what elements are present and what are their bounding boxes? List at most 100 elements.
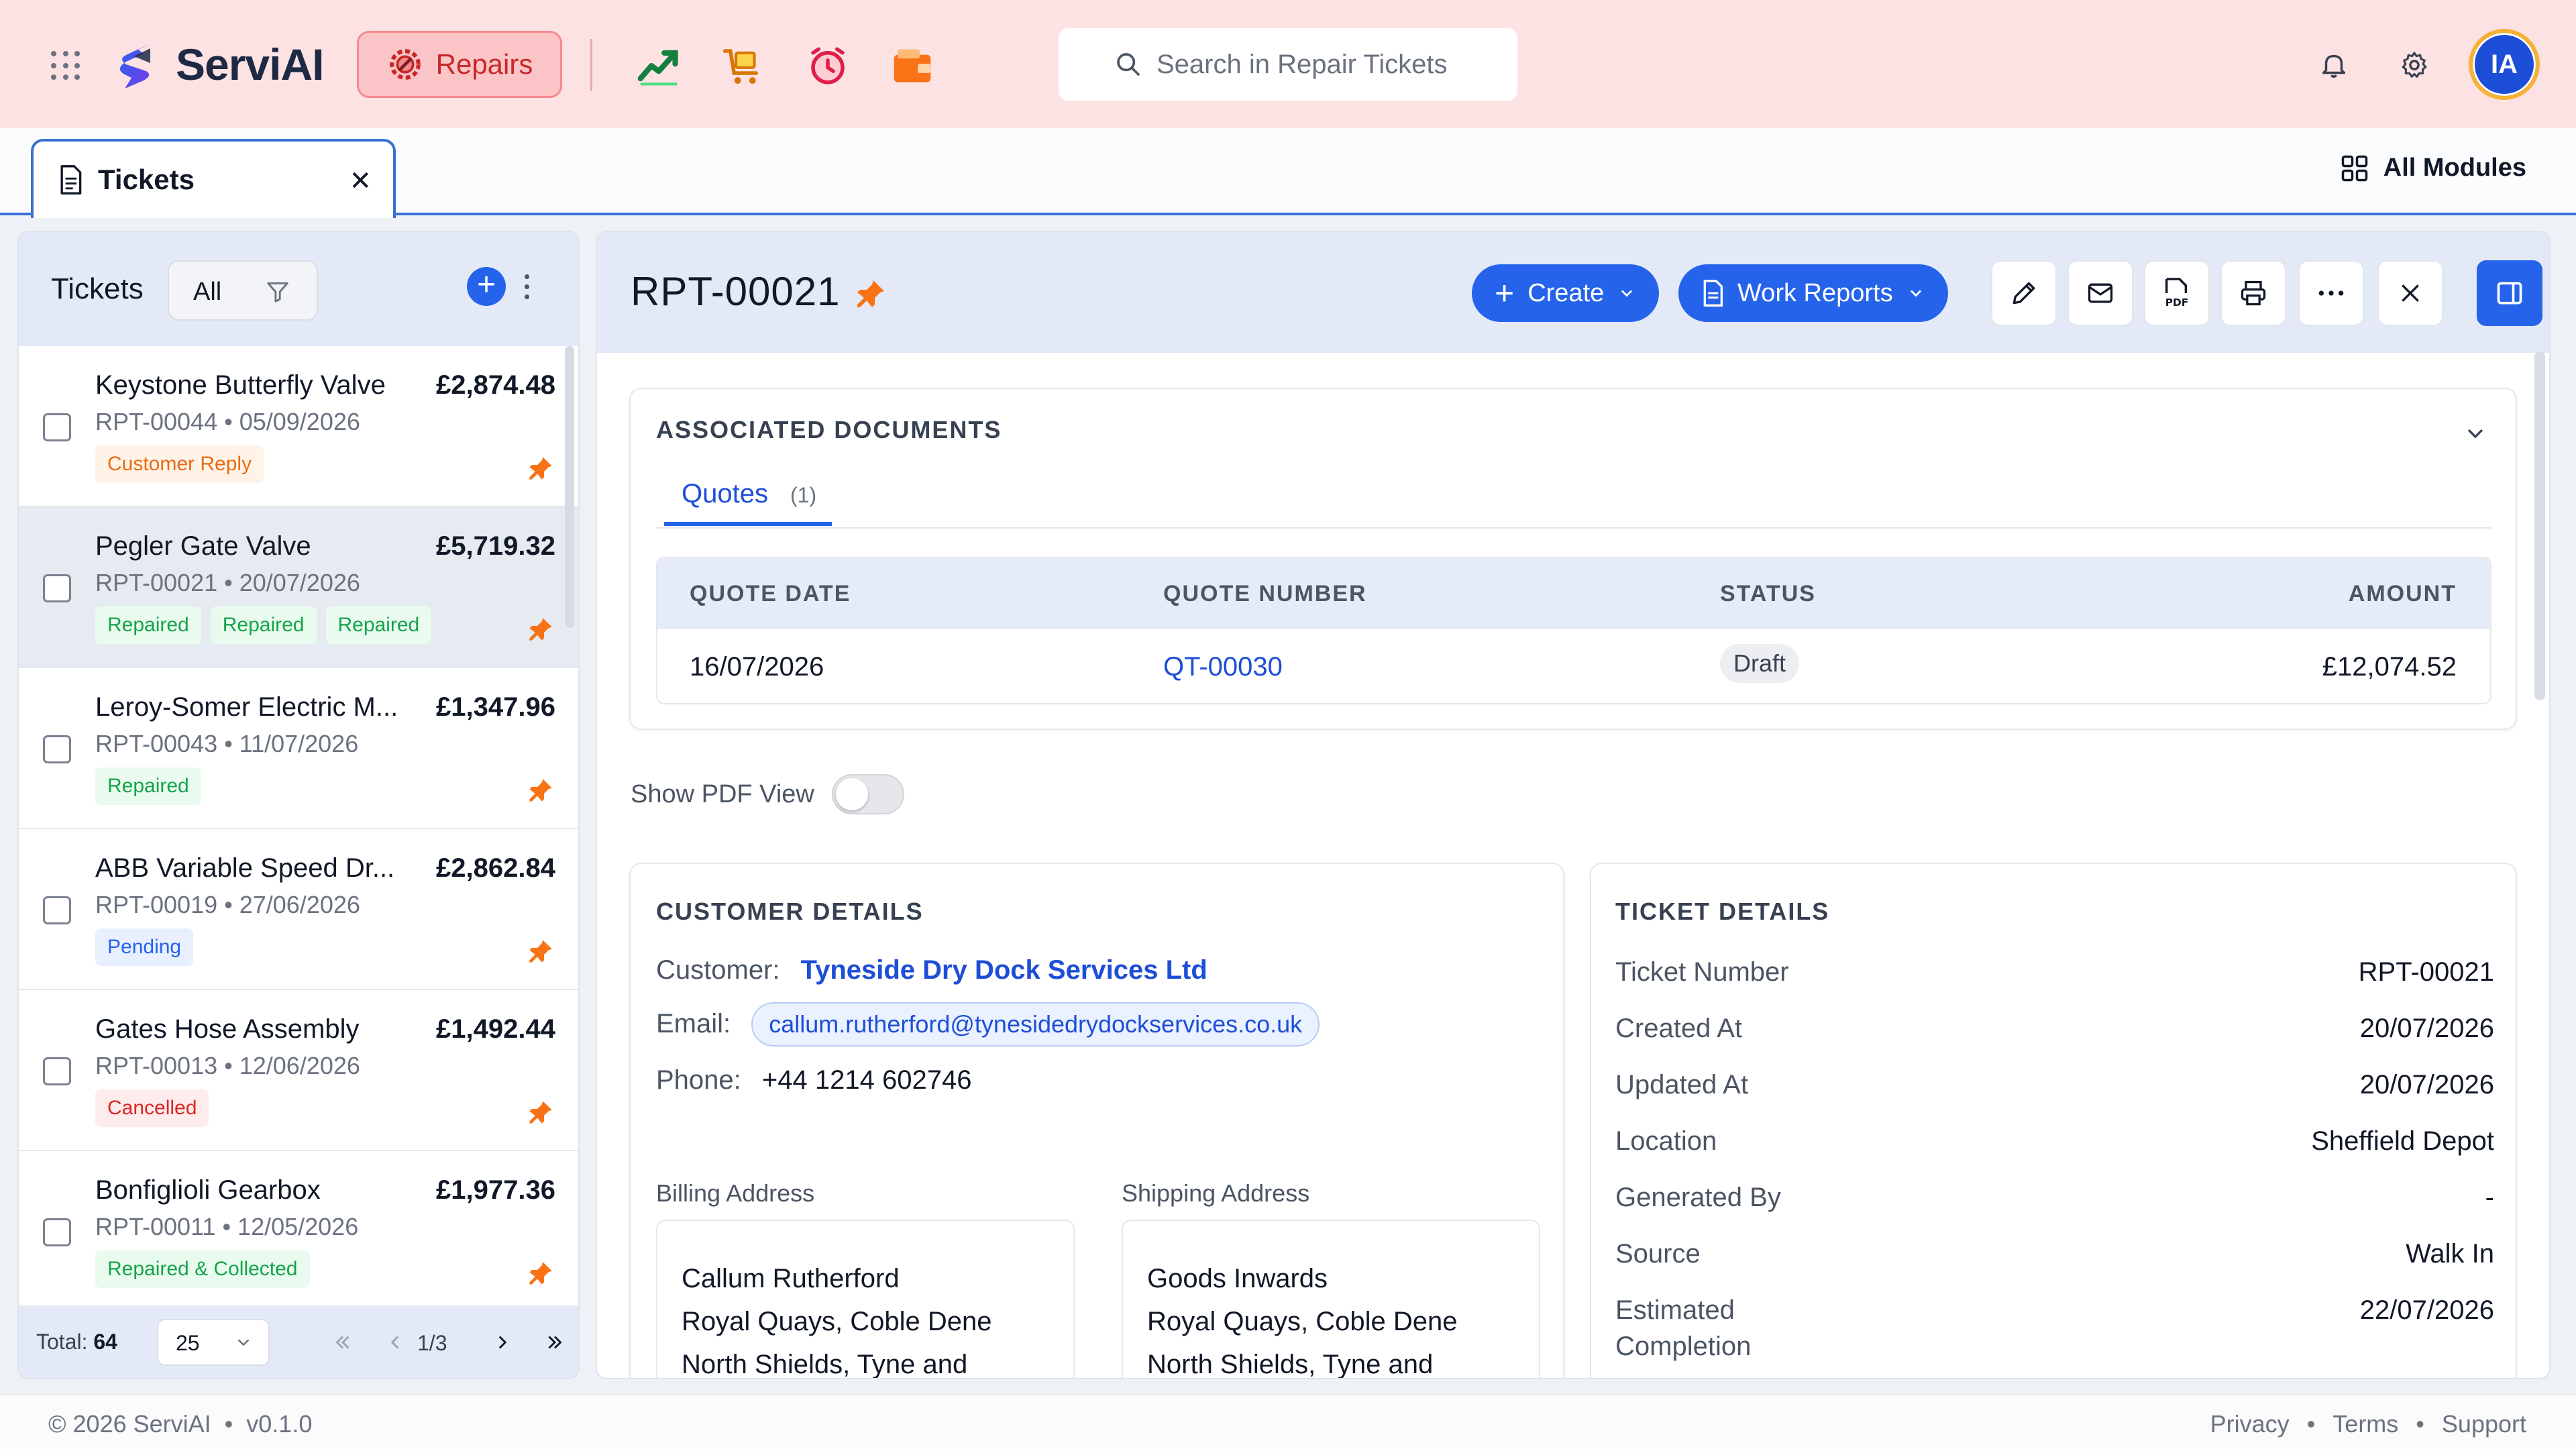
customer-row: Customer: Tyneside Dry Dock Services Ltd <box>656 955 1208 985</box>
page-size-select[interactable]: 25 <box>157 1319 270 1366</box>
chevron-down-icon <box>1910 290 1921 297</box>
pin-icon[interactable] <box>527 777 554 807</box>
item-amount: £1,977.36 <box>436 1175 555 1205</box>
column-header: QUOTE DATE <box>690 581 851 606</box>
first-page-icon[interactable] <box>326 1326 360 1359</box>
row-checkbox[interactable] <box>43 1218 71 1246</box>
phone-row: Phone: +44 1214 602746 <box>656 1065 971 1095</box>
pin-icon[interactable] <box>527 1099 554 1129</box>
all-modules-button[interactable]: All Modules <box>2341 154 2526 182</box>
status-badge: Repaired <box>95 606 201 644</box>
quote-number-link[interactable]: QT-00030 <box>1163 652 1283 682</box>
pdf-view-toggle[interactable] <box>831 774 904 814</box>
address-line: North Shields, Tyne and <box>1147 1350 1434 1379</box>
tab-quotes[interactable]: Quotes (1) <box>664 468 832 526</box>
close-tab-icon[interactable]: ✕ <box>349 166 372 197</box>
pin-icon[interactable] <box>527 455 554 485</box>
prev-page-icon[interactable] <box>378 1326 412 1359</box>
close-icon[interactable] <box>2377 260 2443 326</box>
row-checkbox[interactable] <box>43 413 71 441</box>
list-item[interactable]: Leroy-Somer Electric M... £1,347.96 RPT-00… <box>19 668 578 829</box>
filter-dropdown[interactable]: All <box>168 260 318 321</box>
add-ticket-button[interactable]: + <box>467 267 506 306</box>
bell-icon[interactable] <box>2310 42 2357 89</box>
row-checkbox[interactable] <box>43 735 71 763</box>
pin-icon[interactable] <box>527 616 554 646</box>
app-logo[interactable]: ServiAI <box>111 35 324 94</box>
address-line: North Shields, Tyne and <box>682 1350 968 1379</box>
collapse-chevron-icon[interactable] <box>2462 420 2489 450</box>
pin-icon[interactable] <box>527 1260 554 1290</box>
pdf-icon[interactable]: PDF <box>2144 260 2210 326</box>
create-button[interactable]: + Create <box>1472 264 1660 322</box>
address-line: Callum Rutherford <box>682 1264 900 1293</box>
work-reports-button[interactable]: Work Reports <box>1678 264 1948 322</box>
user-avatar[interactable]: IA <box>2469 29 2540 100</box>
address-line: Royal Quays, Coble Dene <box>1147 1307 1458 1336</box>
item-amount: £1,492.44 <box>436 1014 555 1044</box>
item-amount: £5,719.32 <box>436 531 555 561</box>
ticket-id: RPT-00021 <box>631 269 841 314</box>
pdf-view-label: Show PDF View <box>631 780 814 808</box>
ticket-list: Keystone Butterfly Valve £2,874.48 RPT-000… <box>19 346 578 1308</box>
status-badge: Draft <box>1720 644 1800 683</box>
row-checkbox[interactable] <box>43 574 71 602</box>
list-scrollbar[interactable] <box>565 346 574 628</box>
toggle-sidebar-icon[interactable] <box>2477 260 2542 326</box>
list-item[interactable]: ABB Variable Speed Dr... £2,862.84 RPT-000… <box>19 829 578 990</box>
list-item[interactable]: Keystone Butterfly Valve £2,874.48 RPT-000… <box>19 346 578 507</box>
email-envelope-icon[interactable] <box>2068 260 2133 326</box>
detail-scrollbar[interactable] <box>2534 352 2545 700</box>
gear-icon[interactable] <box>2391 42 2438 89</box>
table-header: QUOTE DATE QUOTE NUMBER STATUS AMOUNT <box>657 558 2490 629</box>
column-header: QUOTE NUMBER <box>1163 581 1367 606</box>
status-badges: Repaired <box>95 767 201 805</box>
more-options-icon[interactable] <box>517 270 537 303</box>
column-header: AMOUNT <box>2348 581 2457 606</box>
list-title: Tickets <box>51 272 144 305</box>
ticket-detail-panel: RPT-00021 + Create Work Reports PDF ASSO… <box>596 231 2551 1379</box>
pin-icon[interactable] <box>855 278 887 313</box>
divider <box>656 527 2491 529</box>
tab-tickets[interactable]: Tickets ✕ <box>31 139 396 218</box>
next-page-icon[interactable] <box>486 1326 519 1359</box>
service-timer-icon[interactable] <box>802 42 853 90</box>
repairs-module-button[interactable]: Repairs <box>357 31 562 98</box>
more-horizontal-icon[interactable] <box>2298 260 2364 326</box>
item-meta: RPT-00021 • 20/07/2026 <box>95 569 360 596</box>
divider <box>590 39 592 91</box>
support-link[interactable]: Support <box>2442 1410 2526 1438</box>
status-badges: Cancelled <box>95 1089 209 1127</box>
email-chip[interactable]: callum.rutherford@tynesidedrydockservice… <box>751 1002 1320 1046</box>
row-checkbox[interactable] <box>43 1057 71 1085</box>
printer-icon[interactable] <box>2220 260 2286 326</box>
sales-trend-icon[interactable] <box>633 42 684 90</box>
list-item[interactable]: Pegler Gate Valve £5,719.32 RPT-00021 • 20… <box>19 507 578 668</box>
status-badges: Pending <box>95 928 194 966</box>
item-name: Leroy-Somer Electric M... <box>95 692 398 722</box>
app-launcher-icon[interactable] <box>47 47 85 85</box>
page-size-value: 25 <box>176 1331 200 1355</box>
inventory-cart-icon[interactable] <box>718 42 769 90</box>
search-input[interactable]: Search in Repair Tickets <box>1059 28 1517 101</box>
list-item[interactable]: Gates Hose Assembly £1,492.44 RPT-00013 • … <box>19 990 578 1151</box>
edit-pencil-icon[interactable] <box>1991 260 2057 326</box>
section-title: CUSTOMER DETAILS <box>656 898 924 925</box>
terms-link[interactable]: Terms <box>2332 1410 2398 1438</box>
privacy-link[interactable]: Privacy <box>2210 1410 2290 1438</box>
pin-icon[interactable] <box>527 938 554 968</box>
work-reports-label: Work Reports <box>1737 278 1893 307</box>
module-label: Repairs <box>435 48 533 80</box>
status-badge: Repaired <box>325 606 432 644</box>
row-checkbox[interactable] <box>43 896 71 924</box>
wallet-icon[interactable] <box>887 42 938 90</box>
item-amount: £2,874.48 <box>436 370 555 400</box>
all-modules-label: All Modules <box>2383 154 2526 182</box>
item-meta: RPT-00044 • 05/09/2026 <box>95 408 360 435</box>
filter-icon[interactable] <box>256 276 299 307</box>
grid-icon <box>2341 155 2368 181</box>
status-badges: Repaired Repaired Repaired <box>95 606 432 644</box>
list-item[interactable]: Bonfiglioli Gearbox £1,977.36 RPT-00011 • … <box>19 1151 578 1308</box>
last-page-icon[interactable] <box>538 1326 572 1359</box>
customer-link[interactable]: Tyneside Dry Dock Services Ltd <box>801 955 1208 985</box>
